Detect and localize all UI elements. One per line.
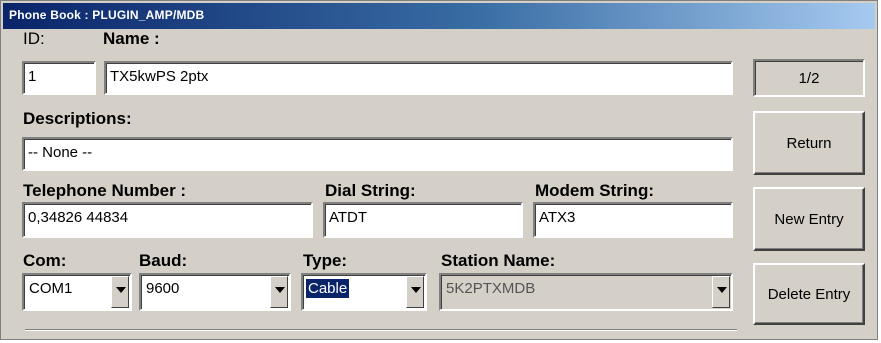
type-dropdown-button[interactable] — [406, 276, 424, 308]
baud-label: Baud: — [139, 251, 188, 270]
baud-select[interactable]: 9600 — [139, 273, 291, 311]
station-name-select[interactable]: 5K2PTXMDB — [439, 273, 733, 311]
return-button[interactable]: Return — [753, 111, 865, 175]
station-dropdown-button[interactable] — [712, 276, 730, 308]
name-field[interactable]: TX5kwPS 2ptx — [104, 61, 733, 95]
com-label: Com: — [23, 251, 67, 270]
new-entry-button[interactable]: New Entry — [753, 187, 865, 251]
com-select[interactable]: COM1 — [22, 273, 132, 311]
name-label: Name : — [103, 29, 160, 48]
descriptions-label: Descriptions: — [23, 109, 132, 128]
baud-dropdown-button[interactable] — [270, 276, 288, 308]
chevron-down-icon — [717, 287, 727, 293]
phone-book-window: Phone Book : PLUGIN_AMP/MDB ID: Name : 1… — [0, 0, 878, 340]
dial-string-label: Dial String: — [325, 181, 416, 200]
title-bar[interactable]: Phone Book : PLUGIN_AMP/MDB — [3, 3, 875, 29]
id-field[interactable]: 1 — [22, 61, 96, 95]
station-name-label: Station Name: — [441, 251, 556, 270]
station-name-value: 5K2PTXMDB — [446, 280, 536, 297]
record-counter: 1/2 — [753, 59, 865, 97]
baud-value: 9600 — [146, 280, 180, 297]
type-value: Cable — [306, 279, 350, 298]
delete-entry-button[interactable]: Delete Entry — [753, 263, 865, 325]
chevron-down-icon — [275, 287, 285, 293]
descriptions-field[interactable]: -- None -- — [22, 137, 733, 171]
modem-string-field[interactable]: ATX3 — [533, 202, 733, 238]
modem-string-label: Modem String: — [535, 181, 654, 200]
telephone-label: Telephone Number : — [23, 181, 187, 200]
id-label: ID: — [23, 29, 45, 48]
type-select[interactable]: Cable — [301, 273, 427, 311]
type-label: Type: — [303, 251, 348, 270]
chevron-down-icon — [411, 287, 421, 293]
com-dropdown-button[interactable] — [111, 276, 129, 308]
window-title: Phone Book : PLUGIN_AMP/MDB — [9, 8, 205, 22]
com-value: COM1 — [29, 280, 73, 297]
chevron-down-icon — [116, 287, 126, 293]
telephone-field[interactable]: 0,34826 44834 — [22, 202, 313, 238]
divider — [25, 329, 737, 331]
dial-string-field[interactable]: ATDT — [323, 202, 523, 238]
